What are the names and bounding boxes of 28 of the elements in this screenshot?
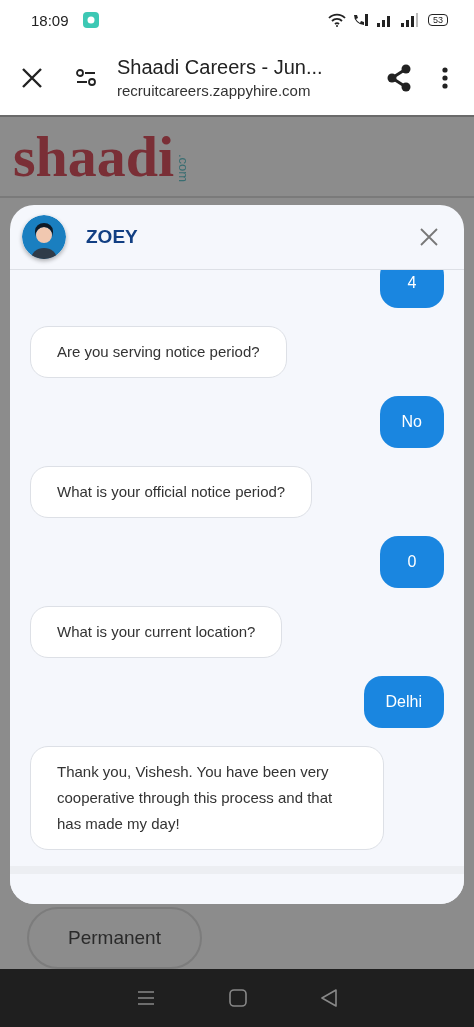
option-button[interactable]: Permanent <box>27 907 202 969</box>
page-title: Shaadi Careers - Jun... <box>117 56 324 79</box>
bot-message: What is your official notice period? <box>30 466 313 519</box>
user-message: Delhi <box>363 676 444 729</box>
user-message: 4 <box>380 270 444 309</box>
page-url: recruitcareers.zappyhire.com <box>117 82 312 99</box>
bot-message: Thank you, Vishesh. You have been very cooperative through this process and that has made my day! <box>30 746 384 851</box>
user-message: 0 <box>380 536 444 589</box>
logo: shaadi <box>13 128 175 187</box>
signal-icon <box>400 13 418 27</box>
bot-name: ZOEY <box>86 226 138 249</box>
share-icon[interactable] <box>386 63 412 92</box>
wifi-icon <box>328 13 346 27</box>
call-icon <box>352 13 370 27</box>
app-notification-icon <box>82 12 99 28</box>
back-icon[interactable] <box>321 989 337 1007</box>
more-icon[interactable] <box>442 66 448 89</box>
home-icon[interactable] <box>229 989 247 1007</box>
user-message: No <box>379 396 444 449</box>
avatar-icon <box>22 215 66 260</box>
logo-suffix: .com <box>176 154 192 183</box>
close-icon[interactable] <box>21 66 43 89</box>
bot-message: Are you serving notice period? <box>30 326 287 379</box>
site-settings-icon[interactable] <box>75 68 97 87</box>
battery-level: 53 <box>428 14 448 26</box>
status-time: 18:09 <box>31 11 69 29</box>
menu-icon[interactable] <box>137 990 155 1006</box>
bot-message: What is your current location? <box>30 606 283 659</box>
